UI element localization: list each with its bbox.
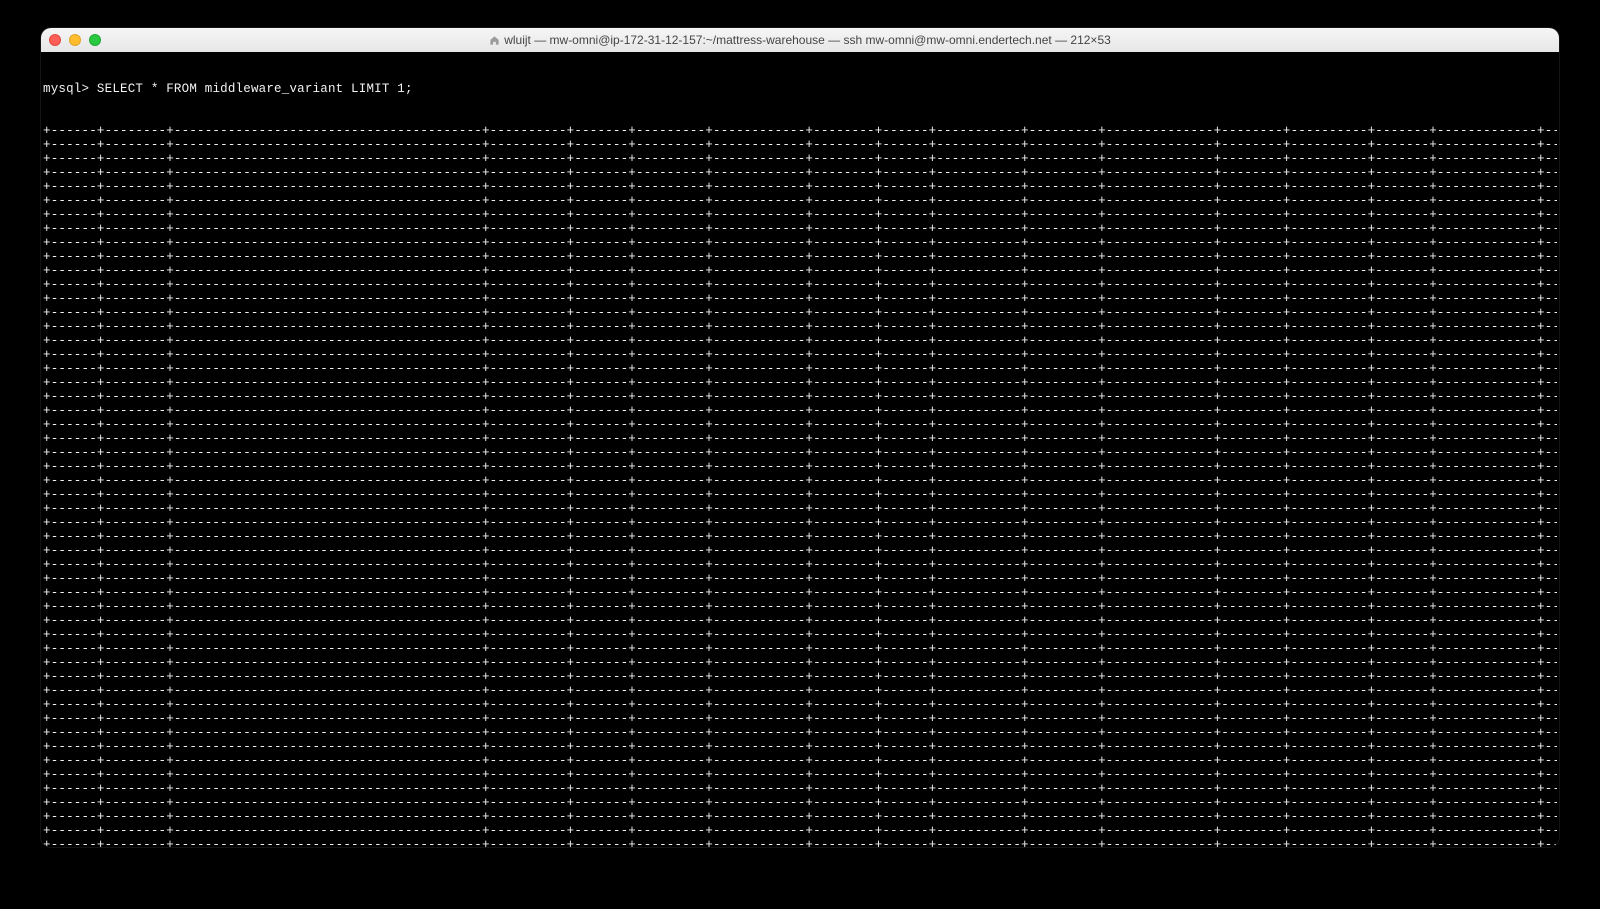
mysql-prompt: mysql> — [43, 82, 97, 96]
table-separator-line: +------+--------+-----------------------… — [43, 152, 1557, 166]
table-separator-line: +------+--------+-----------------------… — [43, 740, 1557, 754]
table-separator-line: +------+--------+-----------------------… — [43, 166, 1557, 180]
window-title-text: wluijt — mw-omni@ip-172-31-12-157:~/matt… — [504, 33, 1111, 47]
title-bar[interactable]: wluijt — mw-omni@ip-172-31-12-157:~/matt… — [41, 28, 1559, 52]
table-separator-line: +------+--------+-----------------------… — [43, 236, 1557, 250]
table-separator-line: +------+--------+-----------------------… — [43, 684, 1557, 698]
table-separator-line: +------+--------+-----------------------… — [43, 754, 1557, 768]
table-separator-line: +------+--------+-----------------------… — [43, 656, 1557, 670]
table-separator-line: +------+--------+-----------------------… — [43, 698, 1557, 712]
table-separator-line: +------+--------+-----------------------… — [43, 334, 1557, 348]
table-separator-line: +------+--------+-----------------------… — [43, 572, 1557, 586]
table-separator-line: +------+--------+-----------------------… — [43, 670, 1557, 684]
table-separator-line: +------+--------+-----------------------… — [43, 264, 1557, 278]
table-separator-line: +------+--------+-----------------------… — [43, 544, 1557, 558]
table-separator-line: +------+--------+-----------------------… — [43, 712, 1557, 726]
table-separator-line: +------+--------+-----------------------… — [43, 418, 1557, 432]
home-icon — [489, 35, 500, 46]
query-output: +------+--------+-----------------------… — [43, 124, 1557, 847]
prompt-line: mysql> SELECT * FROM middleware_variant … — [43, 82, 1557, 96]
table-separator-line: +------+--------+-----------------------… — [43, 222, 1557, 236]
close-button[interactable] — [49, 34, 61, 46]
table-separator-line: +------+--------+-----------------------… — [43, 502, 1557, 516]
table-separator-line: +------+--------+-----------------------… — [43, 348, 1557, 362]
table-separator-line: +------+--------+-----------------------… — [43, 124, 1557, 138]
table-separator-line: +------+--------+-----------------------… — [43, 362, 1557, 376]
table-separator-line: +------+--------+-----------------------… — [43, 278, 1557, 292]
table-separator-line: +------+--------+-----------------------… — [43, 488, 1557, 502]
table-separator-line: +------+--------+-----------------------… — [43, 796, 1557, 810]
table-separator-line: +------+--------+-----------------------… — [43, 768, 1557, 782]
table-separator-line: +------+--------+-----------------------… — [43, 600, 1557, 614]
table-separator-line: +------+--------+-----------------------… — [43, 320, 1557, 334]
table-separator-line: +------+--------+-----------------------… — [43, 614, 1557, 628]
terminal-window: wluijt — mw-omni@ip-172-31-12-157:~/matt… — [41, 28, 1559, 847]
table-separator-line: +------+--------+-----------------------… — [43, 460, 1557, 474]
table-separator-line: +------+--------+-----------------------… — [43, 390, 1557, 404]
table-separator-line: +------+--------+-----------------------… — [43, 838, 1557, 847]
table-separator-line: +------+--------+-----------------------… — [43, 306, 1557, 320]
table-separator-line: +------+--------+-----------------------… — [43, 208, 1557, 222]
table-separator-line: +------+--------+-----------------------… — [43, 642, 1557, 656]
table-separator-line: +------+--------+-----------------------… — [43, 432, 1557, 446]
terminal-body[interactable]: mysql> SELECT * FROM middleware_variant … — [41, 52, 1559, 847]
table-separator-line: +------+--------+-----------------------… — [43, 824, 1557, 838]
minimize-button[interactable] — [69, 34, 81, 46]
table-separator-line: +------+--------+-----------------------… — [43, 782, 1557, 796]
table-separator-line: +------+--------+-----------------------… — [43, 586, 1557, 600]
table-separator-line: +------+--------+-----------------------… — [43, 404, 1557, 418]
table-separator-line: +------+--------+-----------------------… — [43, 726, 1557, 740]
table-separator-line: +------+--------+-----------------------… — [43, 516, 1557, 530]
table-separator-line: +------+--------+-----------------------… — [43, 250, 1557, 264]
traffic-lights — [49, 34, 101, 46]
sql-command: SELECT * FROM middleware_variant LIMIT 1… — [97, 82, 413, 96]
table-separator-line: +------+--------+-----------------------… — [43, 558, 1557, 572]
maximize-button[interactable] — [89, 34, 101, 46]
table-separator-line: +------+--------+-----------------------… — [43, 138, 1557, 152]
table-separator-line: +------+--------+-----------------------… — [43, 530, 1557, 544]
table-separator-line: +------+--------+-----------------------… — [43, 194, 1557, 208]
window-title: wluijt — mw-omni@ip-172-31-12-157:~/matt… — [41, 33, 1559, 47]
table-separator-line: +------+--------+-----------------------… — [43, 180, 1557, 194]
table-separator-line: +------+--------+-----------------------… — [43, 292, 1557, 306]
table-separator-line: +------+--------+-----------------------… — [43, 446, 1557, 460]
table-separator-line: +------+--------+-----------------------… — [43, 376, 1557, 390]
table-separator-line: +------+--------+-----------------------… — [43, 474, 1557, 488]
table-separator-line: +------+--------+-----------------------… — [43, 810, 1557, 824]
table-separator-line: +------+--------+-----------------------… — [43, 628, 1557, 642]
